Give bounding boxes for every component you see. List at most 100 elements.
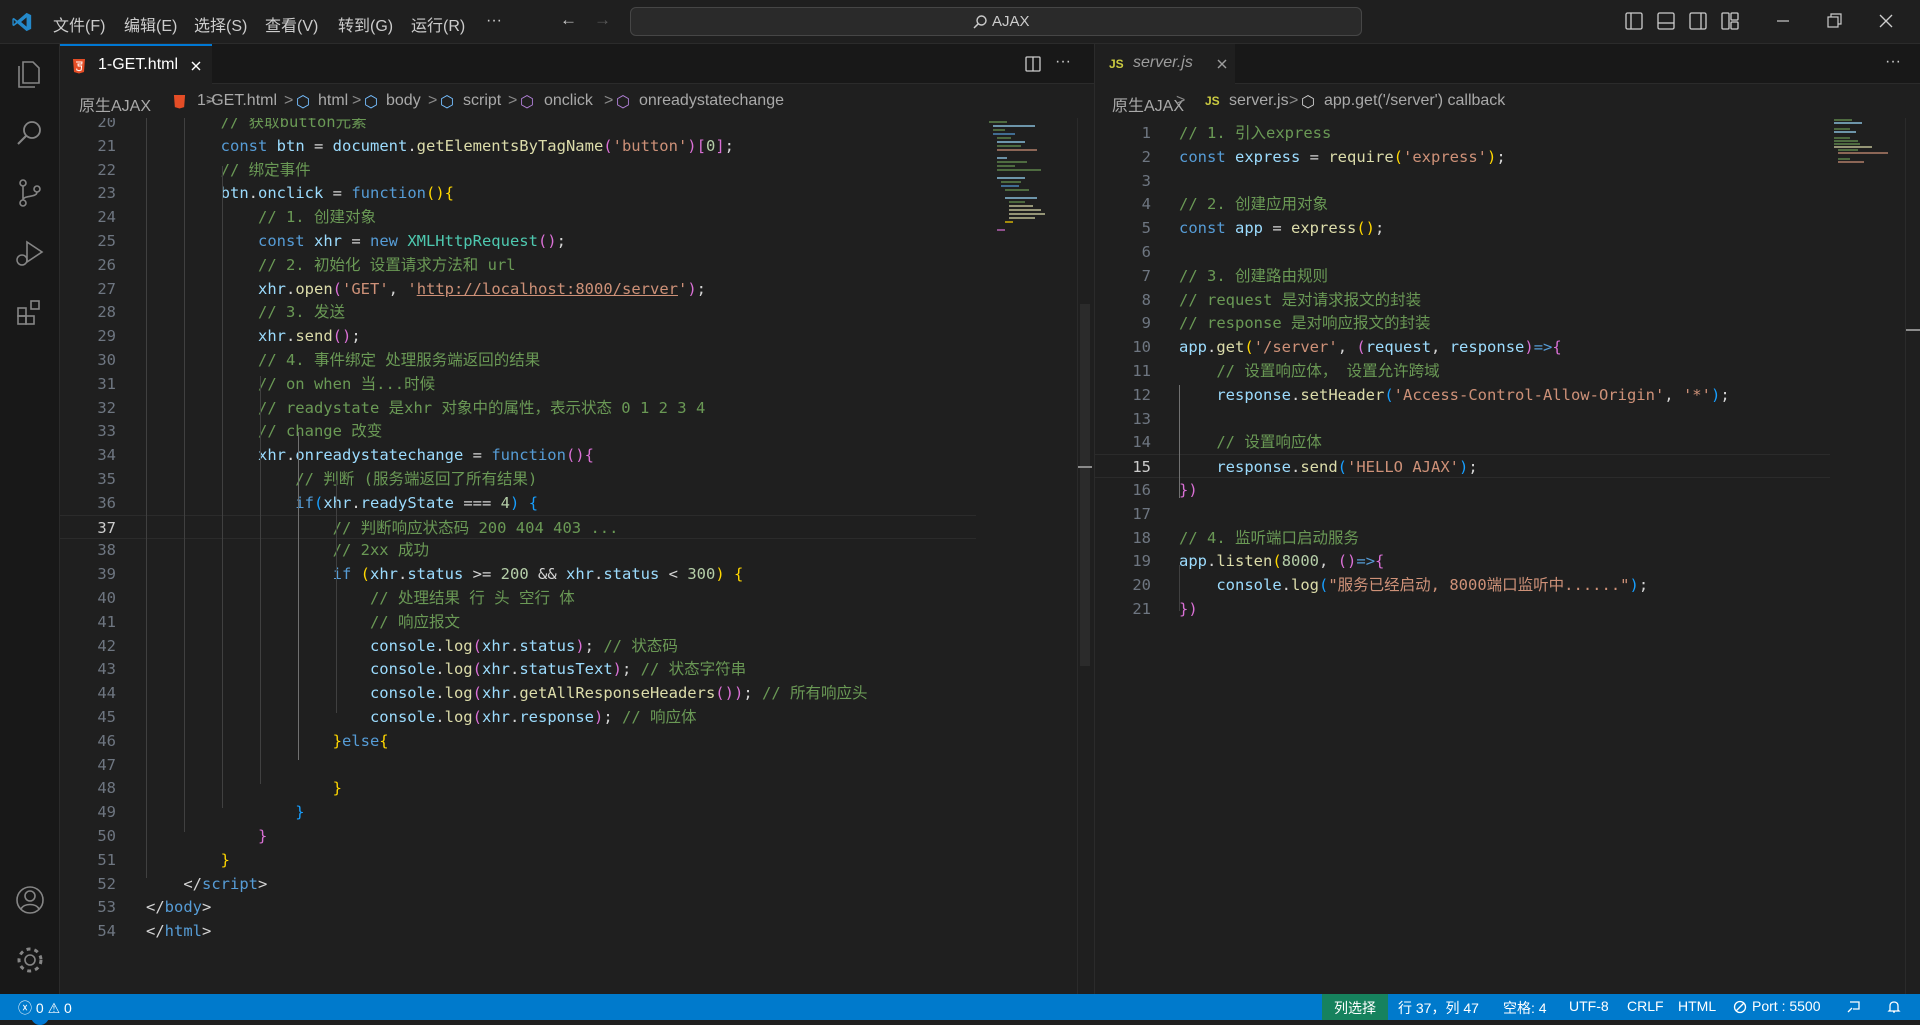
- code-line[interactable]: 10 app.get('/server', (request, response)…: [1095, 335, 1830, 359]
- code-line[interactable]: 51 }: [60, 848, 976, 872]
- code-line[interactable]: 37 // 判断响应状态码 200 404 403 ...: [60, 514, 976, 539]
- code-line[interactable]: 36 if(xhr.readyState === 4) {: [60, 491, 976, 515]
- run-and-debug-icon[interactable]: [13, 236, 47, 270]
- code-line[interactable]: 15 response.send('HELLO AJAX');: [1095, 454, 1830, 479]
- code-line[interactable]: 19 app.listen(8000, ()=>{: [1095, 549, 1830, 573]
- minimize-icon[interactable]: [1772, 10, 1794, 32]
- breadcrumb-html[interactable]: html: [318, 92, 348, 110]
- code-line[interactable]: 30 // 4. 事件绑定 处理服务端返回的结果: [60, 348, 976, 372]
- toggle-primary-sidebar-icon[interactable]: [1623, 10, 1645, 32]
- manage-gear-icon[interactable]: [13, 943, 47, 977]
- code-line[interactable]: 8 // request 是对请求报文的封装: [1095, 288, 1830, 312]
- source-control-icon[interactable]: [13, 176, 47, 210]
- menu-file[interactable]: 文件(F): [53, 12, 105, 36]
- language-mode[interactable]: HTML: [1678, 998, 1716, 1014]
- menu-more[interactable]: ···: [486, 12, 502, 30]
- toggle-secondary-sidebar-icon[interactable]: [1687, 10, 1709, 32]
- code-line[interactable]: 53 </body>: [60, 895, 976, 919]
- code-line[interactable]: 3: [1095, 169, 1830, 193]
- toggle-panel-icon[interactable]: [1655, 10, 1677, 32]
- code-line[interactable]: 35 // 判断 (服务端返回了所有结果): [60, 467, 976, 491]
- breadcrumb-body[interactable]: body: [386, 92, 421, 110]
- code-line[interactable]: 13: [1095, 407, 1830, 431]
- menu-view[interactable]: 查看(V): [265, 12, 318, 36]
- breadcrumb-onclick[interactable]: onclick: [544, 92, 593, 110]
- code-line[interactable]: 41 // 响应报文: [60, 610, 976, 634]
- problems-indicator[interactable]: ⓧ 0 ⚠ 0: [18, 998, 72, 1018]
- tab-1-get-html[interactable]: 1-GET.html: [60, 44, 212, 84]
- code-line[interactable]: 27 xhr.open('GET', 'http://localhost:800…: [60, 277, 976, 301]
- code-line[interactable]: 23 btn.onclick = function(){: [60, 181, 976, 205]
- code-line[interactable]: 40 // 处理结果 行 头 空行 体: [60, 586, 976, 610]
- explorer-icon[interactable]: [13, 56, 47, 90]
- extensions-icon[interactable]: [13, 296, 47, 330]
- breadcrumb-folder[interactable]: 原生AJAX: [79, 92, 151, 116]
- code-line[interactable]: 7 // 3. 创建路由规则: [1095, 264, 1830, 288]
- code-line[interactable]: 43 console.log(xhr.statusText); // 状态字符串: [60, 657, 976, 681]
- breadcrumb-file[interactable]: 1-GET.html: [197, 92, 277, 110]
- tab-server-js[interactable]: JS server.js: [1095, 44, 1235, 84]
- code-line[interactable]: 47: [60, 753, 976, 777]
- code-line[interactable]: 21 const btn = document.getElementsByTag…: [60, 134, 976, 158]
- right-minimap[interactable]: [1832, 118, 1904, 238]
- code-line[interactable]: 14 // 设置响应体: [1095, 430, 1830, 454]
- end-of-line[interactable]: CRLF: [1627, 998, 1664, 1014]
- code-line[interactable]: 32 // readystate 是xhr 对象中的属性，表示状态 0 1 2 …: [60, 396, 976, 420]
- code-line[interactable]: 33 // change 改变: [60, 419, 976, 443]
- customize-layout-icon[interactable]: [1719, 10, 1741, 32]
- code-line[interactable]: 18 // 4. 监听端口启动服务: [1095, 526, 1830, 550]
- menu-go[interactable]: 转到(G): [338, 12, 393, 36]
- notifications-bell-icon[interactable]: [1886, 999, 1902, 1015]
- code-line[interactable]: 20 console.log("服务已经启动, 8000端口监听中......"…: [1095, 573, 1830, 597]
- code-line[interactable]: 31 // on when 当...时候: [60, 372, 976, 396]
- close-window-icon[interactable]: [1875, 10, 1897, 32]
- cursor-position[interactable]: 行 37，列 47: [1398, 998, 1479, 1018]
- code-line[interactable]: 2 const express = require('express');: [1095, 145, 1830, 169]
- left-vertical-scrollbar[interactable]: [1077, 118, 1092, 994]
- restore-icon[interactable]: [1823, 10, 1845, 32]
- code-line[interactable]: 29 xhr.send();: [60, 324, 976, 348]
- code-line[interactable]: 22 // 绑定事件: [60, 158, 976, 182]
- code-line[interactable]: 1 // 1. 引入express: [1095, 121, 1830, 145]
- code-line[interactable]: 38 // 2xx 成功: [60, 538, 976, 562]
- accounts-icon[interactable]: [13, 883, 47, 917]
- code-line[interactable]: 54 </html>: [60, 919, 976, 943]
- code-line[interactable]: 12 response.setHeader('Access-Control-Al…: [1095, 383, 1830, 407]
- code-line[interactable]: 20 // 获取button元素: [60, 118, 976, 134]
- code-line[interactable]: 5 const app = express();: [1095, 216, 1830, 240]
- code-line[interactable]: 6: [1095, 240, 1830, 264]
- code-line[interactable]: 17: [1095, 502, 1830, 526]
- close-tab-icon[interactable]: [190, 60, 202, 72]
- code-line[interactable]: 24 // 1. 创建对象: [60, 205, 976, 229]
- code-line[interactable]: 9 // response 是对响应报文的封装: [1095, 311, 1830, 335]
- breadcrumb-folder[interactable]: 原生AJAX: [1112, 92, 1184, 116]
- code-line[interactable]: 4 // 2. 创建应用对象: [1095, 192, 1830, 216]
- code-line[interactable]: 42 console.log(xhr.status); // 状态码: [60, 634, 976, 658]
- more-actions-icon[interactable]: ···: [1055, 53, 1071, 71]
- indentation[interactable]: 空格: 4: [1503, 998, 1547, 1018]
- command-center-search[interactable]: AJAX: [630, 7, 1362, 36]
- code-line[interactable]: 49 }: [60, 800, 976, 824]
- right-vertical-scrollbar[interactable]: [1905, 118, 1920, 994]
- left-minimap[interactable]: [985, 118, 1057, 238]
- menu-selection[interactable]: 选择(S): [194, 12, 247, 36]
- code-line[interactable]: 26 // 2. 初始化 设置请求方法和 url: [60, 253, 976, 277]
- code-line[interactable]: 16}): [1095, 478, 1830, 502]
- right-code-editor[interactable]: 1 // 1. 引入express 2 const express = require…: [1095, 118, 1830, 994]
- code-line[interactable]: 11 // 设置响应体， 设置允许跨域: [1095, 359, 1830, 383]
- back-arrow-icon[interactable]: ←: [560, 10, 577, 30]
- forward-arrow-icon[interactable]: →: [594, 10, 611, 30]
- close-tab-icon[interactable]: [1216, 58, 1228, 70]
- encoding[interactable]: UTF-8: [1569, 998, 1609, 1014]
- code-line[interactable]: 44 console.log(xhr.getAllResponseHeaders…: [60, 681, 976, 705]
- code-line[interactable]: 39 if (xhr.status >= 200 && xhr.status <…: [60, 562, 976, 586]
- code-line[interactable]: 45 console.log(xhr.response); // 响应体: [60, 705, 976, 729]
- live-server-port[interactable]: Port : 5500: [1752, 998, 1821, 1014]
- code-line[interactable]: 48 }: [60, 776, 976, 800]
- code-line[interactable]: 52 </script>: [60, 872, 976, 896]
- more-actions-icon[interactable]: ···: [1885, 53, 1901, 71]
- breadcrumb-script[interactable]: script: [463, 92, 501, 110]
- menu-run[interactable]: 运行(R): [411, 12, 465, 36]
- feedback-icon[interactable]: [1846, 999, 1862, 1015]
- left-code-editor[interactable]: 20 // 获取button元素 21 const btn = document.…: [60, 118, 976, 994]
